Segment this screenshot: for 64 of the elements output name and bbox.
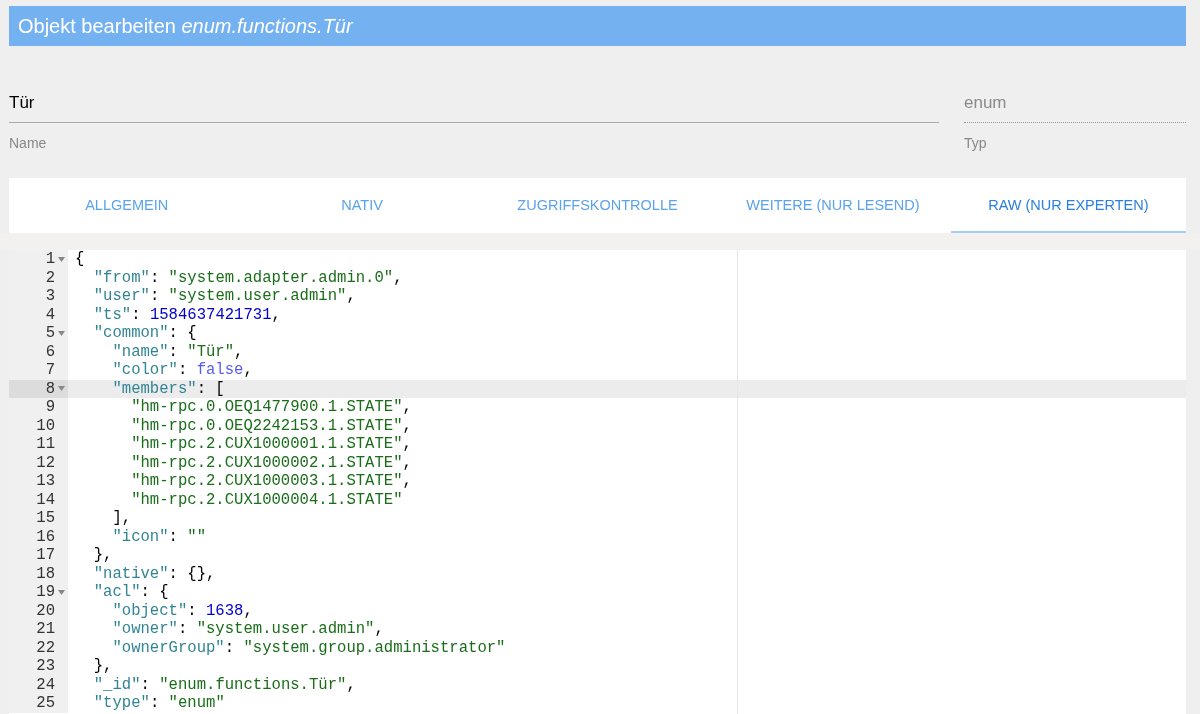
code-line: ], [111, 509, 132, 528]
tab[interactable]: ZUGRIFFSKONTROLLE [479, 178, 716, 233]
code-line: "hm-rpc.2.CUX1000001.1.STATE", [130, 435, 412, 454]
line-number: 4 [45, 305, 55, 324]
line-number: 17 [36, 546, 55, 565]
line-number: 6 [45, 342, 55, 361]
code-line: { [74, 250, 85, 269]
fold-caret-icon[interactable] [58, 256, 65, 262]
code-line: "hm-rpc.0.OEQ2242153.1.STATE", [130, 416, 412, 435]
line-number: 13 [36, 472, 55, 491]
line-number: 10 [36, 416, 55, 435]
line-number: 11 [36, 435, 55, 454]
code-line: }, [92, 657, 113, 676]
code-line: "owner": "system.user.admin", [111, 620, 384, 639]
line-number: 14 [36, 490, 55, 509]
line-number: 25 [36, 694, 55, 713]
code-line: "hm-rpc.2.CUX1000004.1.STATE" [130, 490, 403, 509]
field-label: Name [9, 135, 47, 151]
code-line: "_id": "enum.functions.Tür", [92, 675, 356, 694]
line-number: 22 [36, 638, 55, 657]
code-line: "object": 1638, [111, 601, 253, 620]
line-number: 1 [45, 250, 55, 269]
line-number: 7 [45, 361, 55, 380]
type-field: enum [964, 84, 1186, 123]
code-line: "type": "enum" [92, 694, 225, 713]
code-line: "color": false, [111, 361, 253, 380]
line-number: 20 [36, 601, 55, 620]
fold-caret-icon[interactable] [58, 386, 65, 392]
line-number: 15 [36, 509, 55, 528]
tab[interactable]: WEITERE (NUR LESEND) [715, 178, 951, 233]
code-line: "members": [ [111, 379, 225, 398]
code-line: "common": { [92, 324, 197, 343]
tab[interactable]: ALLGEMEIN [9, 178, 245, 233]
code-line: "from": "system.adapter.admin.0", [92, 268, 403, 287]
field-label: Typ [964, 135, 987, 151]
line-number: 3 [45, 287, 55, 306]
line-number: 5 [45, 324, 55, 343]
fold-caret-icon[interactable] [58, 330, 65, 336]
line-number: 21 [36, 620, 55, 639]
code-line: "ts": 1584637421731, [92, 305, 281, 324]
code-line: "hm-rpc.2.CUX1000003.1.STATE", [130, 472, 412, 491]
line-number: 23 [36, 657, 55, 676]
dialog-title: Objekt bearbeiten enum.functions.Tür [18, 14, 353, 38]
tab[interactable]: NATIV [244, 178, 480, 233]
line-number: 2 [45, 268, 55, 287]
line-number: 18 [36, 564, 55, 583]
fold-caret-icon[interactable] [58, 589, 65, 595]
code-line: "user": "system.user.admin", [92, 287, 356, 306]
line-number: 24 [36, 675, 55, 694]
code-line: "acl": { [92, 583, 169, 602]
line-number: 19 [36, 583, 55, 602]
code-line: "native": {}, [92, 564, 216, 583]
code-line: "ownerGroup": "system.group.administrator" [111, 638, 506, 657]
code-line: "icon": "" [111, 527, 206, 546]
code-line: "hm-rpc.0.OEQ1477900.1.STATE", [130, 398, 412, 417]
line-number: 12 [36, 453, 55, 472]
code-line: "name": "Tür", [111, 342, 244, 361]
code-line: "hm-rpc.2.CUX1000002.1.STATE", [130, 453, 412, 472]
line-number: 16 [36, 527, 55, 546]
name-field[interactable]: Tür [9, 84, 939, 123]
line-number: 9 [45, 398, 55, 417]
line-number: 8 [45, 379, 55, 398]
code-line: }, [92, 546, 113, 565]
code-editor[interactable] [9, 250, 1186, 714]
